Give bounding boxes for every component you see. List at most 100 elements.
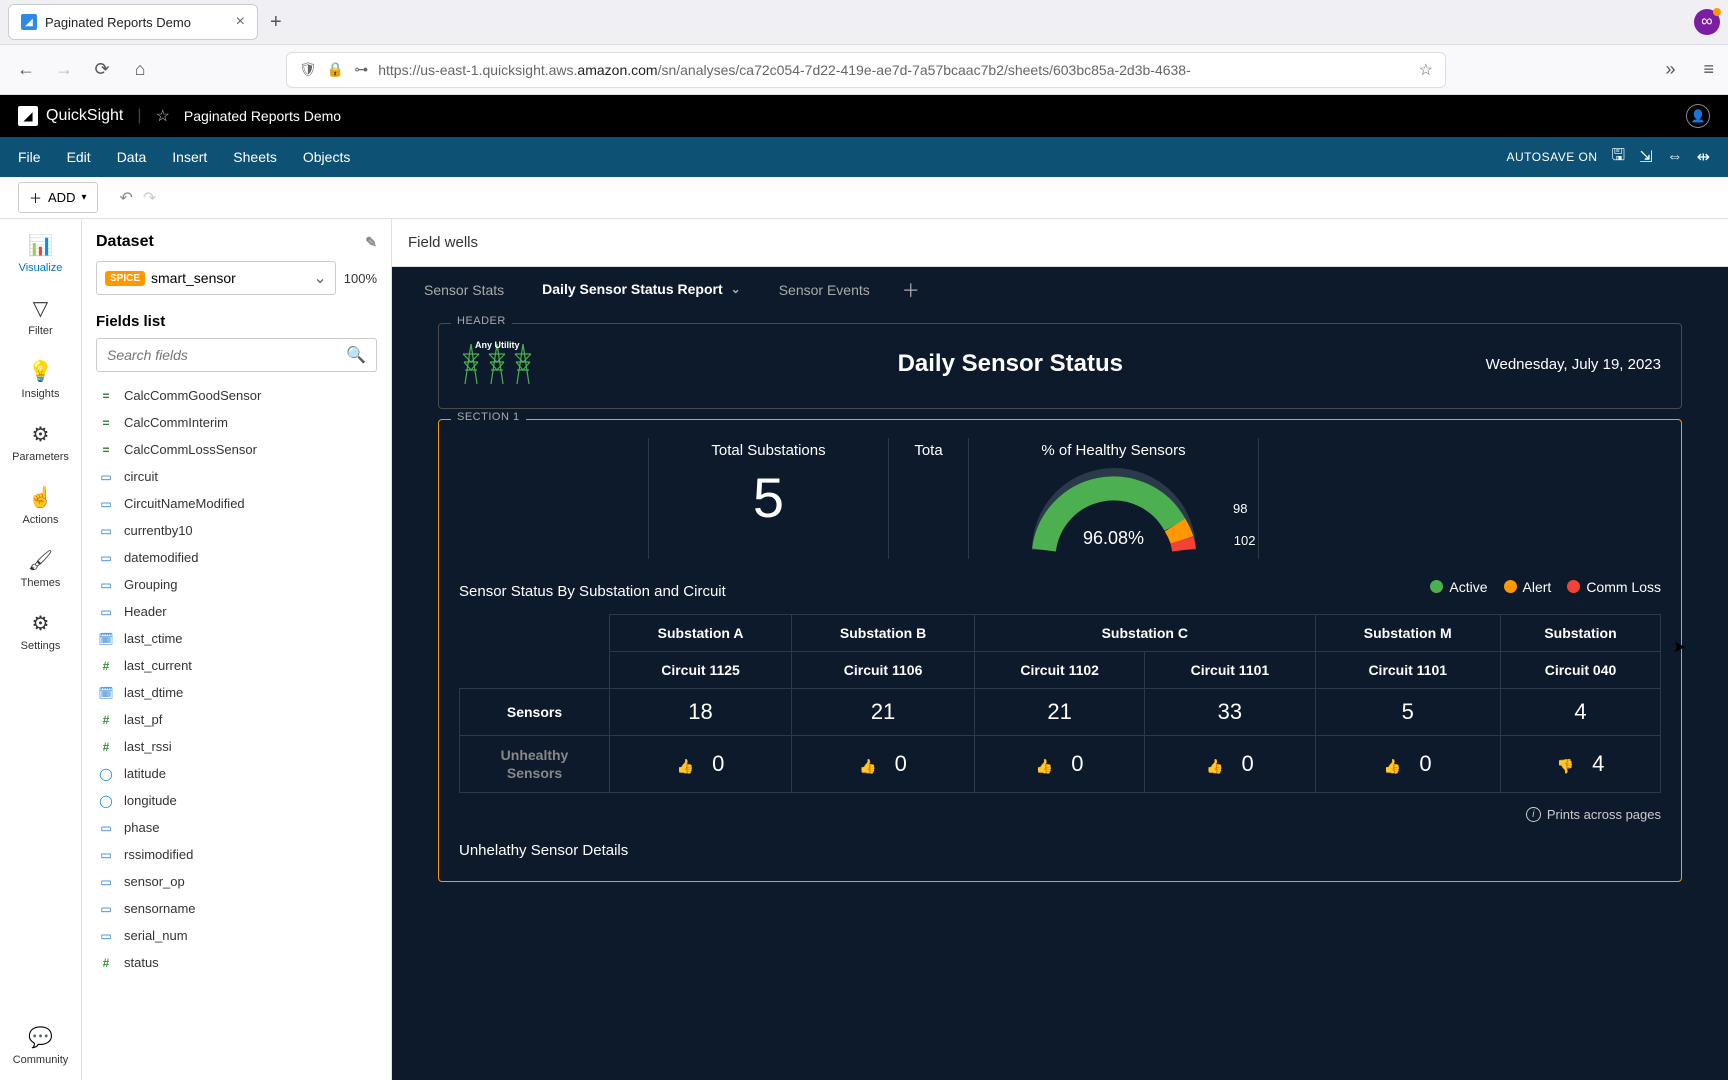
field-item[interactable]: ▭phase [96,814,377,841]
field-type-icon: ▭ [98,875,114,889]
field-item[interactable]: ▭ Header [96,598,377,625]
overflow-icon[interactable]: » [1665,59,1675,80]
fit-icon[interactable]: ⇹ [1697,147,1710,167]
plus-icon: ＋ [29,188,42,207]
menu-data[interactable]: Data [117,149,147,165]
chart-icon: 📊 [28,233,53,258]
field-item[interactable]: 🗓last_dtime [96,679,377,706]
field-item[interactable]: #status [96,949,377,976]
dataset-select[interactable]: SPICE smart_sensor ⌄ [96,261,336,295]
field-item[interactable]: ▭serial_num [96,922,377,949]
field-item[interactable]: ▭Grouping [96,571,377,598]
autosave-status: AUTOSAVE ON [1506,150,1597,164]
export-icon[interactable]: ⇲ [1639,147,1652,167]
menu-insert[interactable]: Insert [172,149,207,165]
search-fields[interactable]: 🔍 [96,338,377,372]
field-name: last_current [124,658,192,673]
search-fields-input[interactable] [107,347,346,363]
redo-icon[interactable]: ↷ [143,188,156,208]
section-1[interactable]: SECTION 1 Total Substations 5 Tota % of … [438,419,1682,882]
rail-settings[interactable]: ⚙Settings [21,611,61,652]
sheet-tab-sensor-events[interactable]: Sensor Events [763,272,886,308]
field-type-icon: ▭ [98,821,114,835]
field-item[interactable]: #last_pf [96,706,377,733]
rail-actions[interactable]: ☝Actions [22,485,58,526]
circuit-header: Circuit 1101 [1145,652,1315,689]
header-section[interactable]: HEADER Any Utility Daily Sensor Status W… [438,323,1682,409]
field-item[interactable]: =CalcCommGoodSensor [96,382,377,409]
add-sheet-button[interactable]: ＋ [902,277,920,303]
menu-edit[interactable]: Edit [67,149,91,165]
field-item[interactable]: ▭rssimodified [96,841,377,868]
pivot-table: Substation ASubstation BSubstation CSubs… [459,614,1661,793]
undo-icon[interactable]: ↶ [120,188,133,208]
reload-button[interactable]: ⟳ [90,59,114,80]
menu-objects[interactable]: Objects [303,149,350,165]
bookmark-star-icon[interactable]: ☆ [1419,60,1433,80]
kpi-total-substations-label: Total Substations [669,442,868,459]
thumb-up-icon: 👍 [1384,758,1401,774]
circuit-header: Circuit 1125 [610,652,792,689]
rail-insights[interactable]: 💡Insights [22,359,60,400]
field-item[interactable]: #last_current [96,652,377,679]
field-type-icon: ▭ [98,929,114,943]
field-item[interactable]: #last_rssi [96,733,377,760]
field-item[interactable]: ◯latitude [96,760,377,787]
chevron-down-icon[interactable]: ⌄ [731,282,741,296]
brush-icon: 🖌 [28,548,53,573]
field-item[interactable]: ▭sensorname [96,895,377,922]
thumb-up-icon: 👍 [859,758,876,774]
field-item[interactable]: ▭currentby10 [96,517,377,544]
field-item[interactable]: ▭CircuitNameModified [96,490,377,517]
share-icon[interactable]: ⇔ [1667,148,1683,166]
substation-header: Substation [1501,615,1661,652]
rail-visualize[interactable]: 📊Visualize [19,233,63,274]
tab-close-icon[interactable]: × [236,13,245,31]
chat-icon: 💬 [28,1025,53,1050]
unhealthy-count-cell: 👍0 [792,736,975,793]
section-label-header: HEADER [451,315,512,327]
back-button[interactable]: ← [14,59,38,80]
menu-file[interactable]: File [18,149,41,165]
field-item[interactable]: ◯longitude [96,787,377,814]
favorite-star-icon[interactable]: ☆ [156,106,170,126]
new-tab-button[interactable]: + [270,11,282,34]
field-name: Header [124,604,167,619]
field-wells-bar[interactable]: Field wells [392,219,1728,267]
save-icon[interactable]: 🖫 [1612,144,1626,171]
field-item[interactable]: =CalcCommInterim [96,409,377,436]
sheet-tab-daily-sensor-status[interactable]: Daily Sensor Status Report ⌄ [526,271,757,309]
add-button[interactable]: ＋ ADD ▾ [18,182,98,213]
field-item[interactable]: 🗓last_ctime [96,625,377,652]
field-name: last_pf [124,712,162,727]
field-name: longitude [124,793,177,808]
browser-tab[interactable]: ◢ Paginated Reports Demo × [8,4,258,40]
url-bar[interactable]: 🛡 🔒 ⊶ https://us-east-1.quicksight.aws.a… [286,52,1446,88]
edit-dataset-icon[interactable]: ✎ [365,234,377,251]
unhealthy-count-cell: 👍0 [610,736,792,793]
rail-filter[interactable]: ▽Filter [28,296,52,337]
field-name: datemodified [124,550,198,565]
field-item[interactable]: ▭circuit [96,463,377,490]
field-item[interactable]: ▭sensor_op [96,868,377,895]
home-button[interactable]: ⌂ [128,59,152,80]
sheet-tab-sensor-stats[interactable]: Sensor Stats [408,272,520,308]
gauge-denominator: 102 [1234,533,1256,548]
user-avatar-icon[interactable]: 👤 [1686,104,1710,128]
field-type-icon: ▭ [98,605,114,619]
extension-icon[interactable]: ∞ [1694,9,1720,35]
rail-community[interactable]: 💬Community [13,1025,69,1066]
field-type-icon: 🗓 [98,632,114,646]
sensor-count-cell: 21 [975,689,1145,736]
field-item[interactable]: ▭datemodified [96,544,377,571]
menu-sheets[interactable]: Sheets [233,149,277,165]
field-name: currentby10 [124,523,193,538]
forward-button[interactable]: → [52,59,76,80]
rail-themes[interactable]: 🖌Themes [21,548,61,589]
thumb-down-icon: 👎 [1557,758,1574,774]
thumb-up-icon: 👍 [1206,758,1223,774]
field-item[interactable]: =CalcCommLossSensor [96,436,377,463]
rail-parameters[interactable]: ⚙Parameters [12,422,69,463]
app-logo[interactable]: ◢ QuickSight [18,106,123,126]
browser-menu-icon[interactable]: ≡ [1703,59,1714,80]
